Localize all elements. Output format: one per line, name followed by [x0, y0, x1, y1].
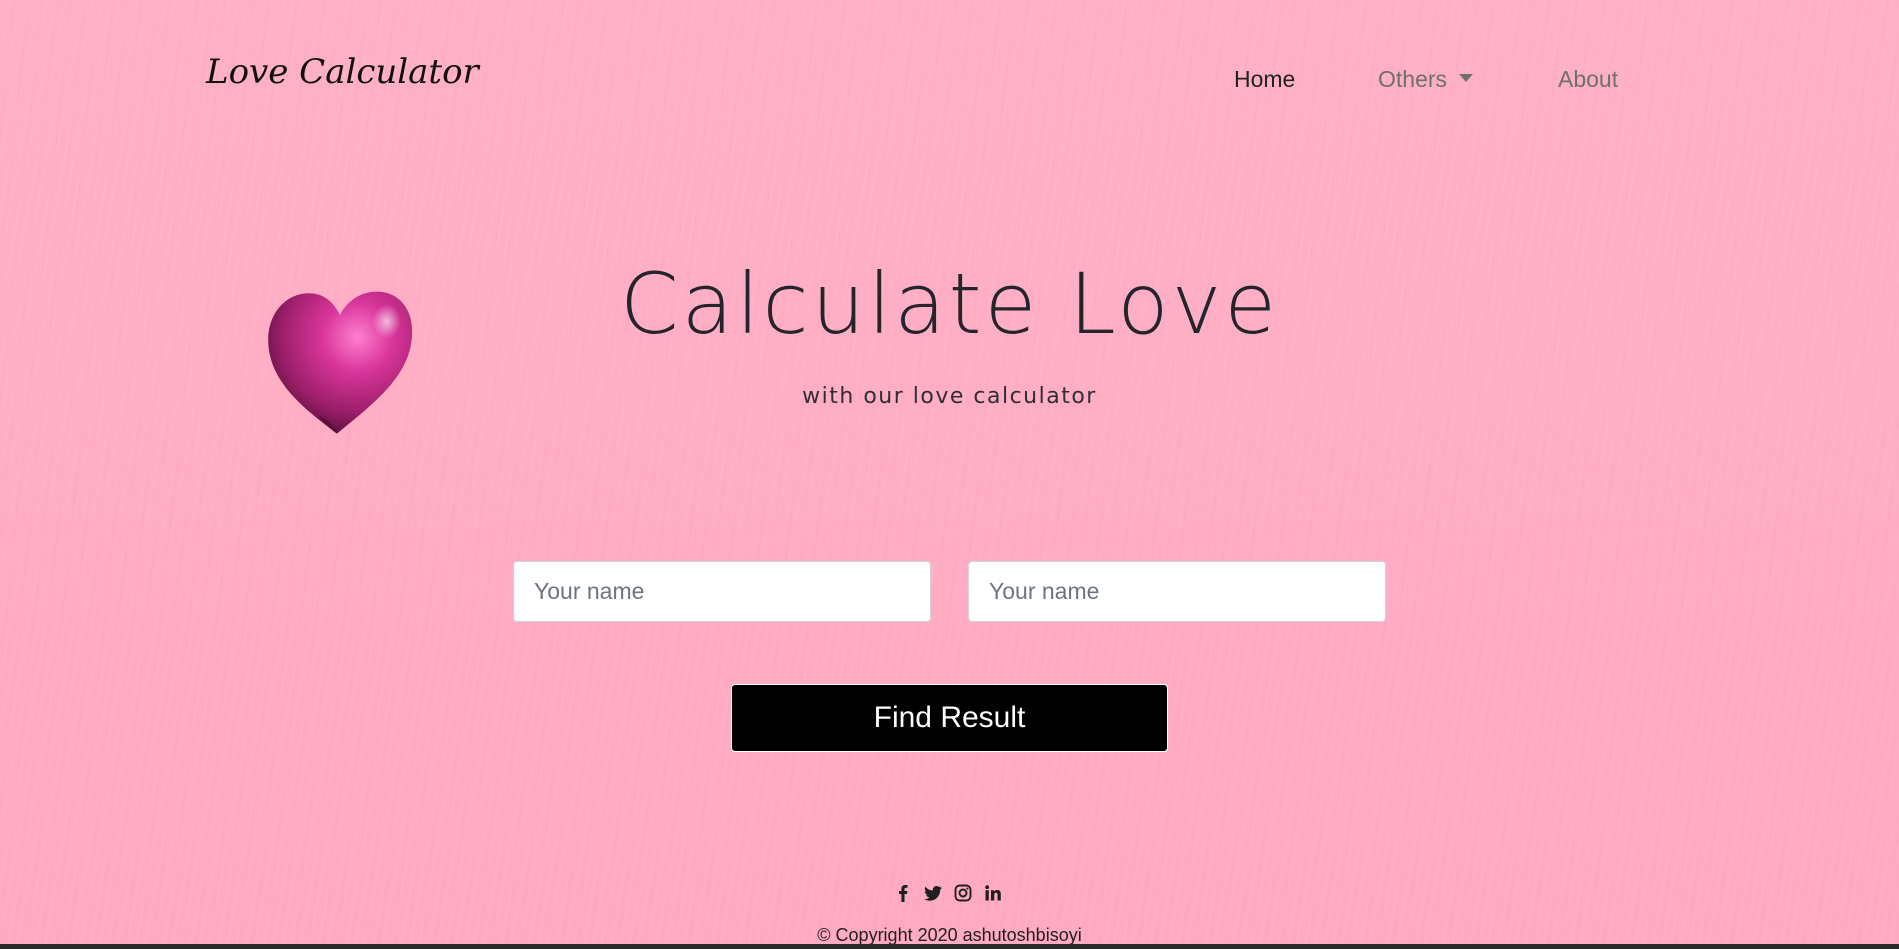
second-name-input[interactable]	[968, 561, 1386, 622]
navbar: Love Calculator Home Others About	[0, 0, 1899, 160]
find-result-button[interactable]: Find Result	[731, 684, 1168, 752]
nav-others-dropdown[interactable]: Others	[1378, 66, 1474, 93]
nav-about-link[interactable]: About	[1558, 66, 1618, 93]
instagram-icon[interactable]	[953, 883, 973, 903]
brand-logo[interactable]: Love Calculator	[206, 52, 479, 92]
copyright-text: © Copyright 2020 ashutoshbisoyi	[817, 925, 1082, 945]
twitter-icon[interactable]	[923, 883, 943, 903]
caret-down-icon	[1459, 73, 1474, 82]
nav-others-label: Others	[1378, 66, 1448, 92]
hero-subtitle: with our love calculator	[802, 384, 1097, 409]
first-name-input[interactable]	[513, 561, 931, 622]
facebook-icon[interactable]	[893, 883, 913, 903]
bottom-bar	[0, 944, 1899, 949]
nav-home-link[interactable]: Home	[1234, 66, 1295, 93]
hero-title: Calculate Love	[619, 255, 1280, 353]
linkedin-icon[interactable]	[983, 883, 1003, 903]
social-links	[893, 880, 1003, 906]
